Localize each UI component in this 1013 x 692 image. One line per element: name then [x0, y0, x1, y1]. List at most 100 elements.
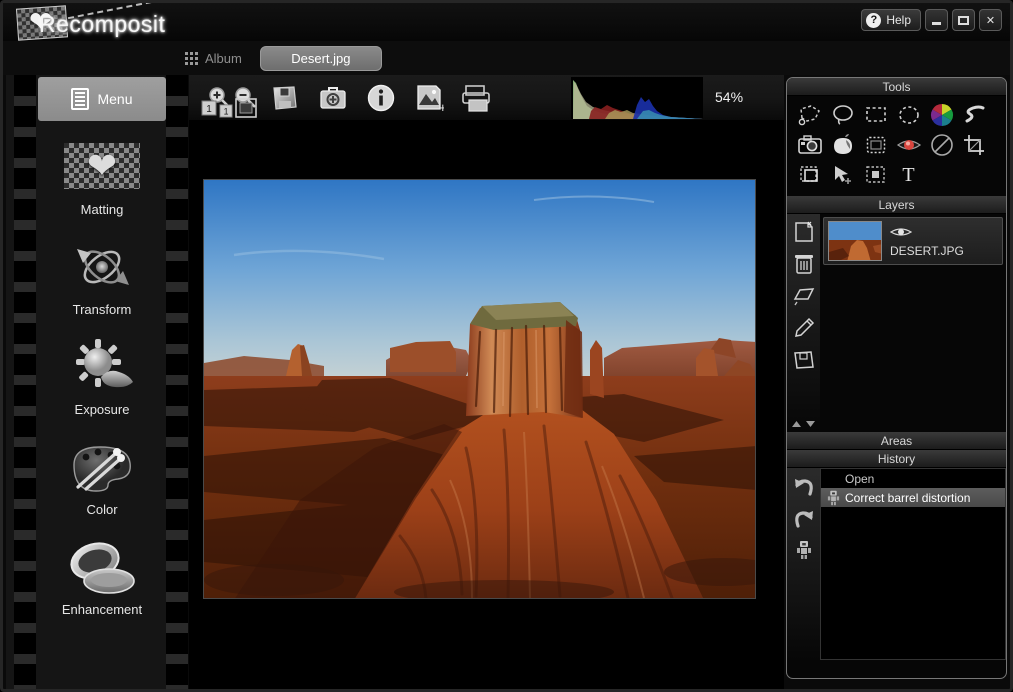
image-canvas[interactable] [203, 179, 756, 599]
history-panel: Open Correct barrel distortion [787, 468, 1006, 660]
layer-row-desert[interactable]: DESERT.JPG [823, 217, 1003, 265]
redo-arrow-icon [794, 511, 813, 528]
history-item-label: Correct barrel distortion [845, 490, 971, 505]
title-bar: ❤ Recomposit ? Help ✕ [3, 3, 1010, 41]
history-item-label: Open [845, 471, 875, 486]
zoom-level: 54% [715, 89, 744, 105]
mask-tool-icon [865, 166, 885, 183]
ellipse-select-tool-icon [898, 106, 919, 124]
transform-box-tool[interactable] [795, 161, 825, 189]
zoom-fit-icon [235, 97, 257, 118]
scribble-tool[interactable] [960, 101, 990, 129]
move-pointer-tool[interactable] [828, 161, 858, 189]
minimize-button[interactable] [925, 9, 948, 31]
none-tool-icon [930, 134, 953, 156]
right-panel: Tools T Layers DESERT.JPG Areas History … [786, 77, 1007, 679]
sidebar-item-matting[interactable]: ❤ Matting [38, 133, 166, 217]
desert-photograph [204, 180, 755, 598]
menu-button[interactable]: Menu [38, 77, 166, 121]
history-item-open[interactable]: Open [821, 469, 1005, 488]
zoom-fit-button[interactable] [233, 97, 259, 119]
move-layer-up-icon[interactable] [791, 420, 802, 428]
marching-ants-tool[interactable] [861, 131, 891, 159]
layer-thumbnail-image [829, 222, 881, 260]
save-layer-button[interactable] [791, 347, 817, 373]
tab-desert-jpg[interactable]: Desert.jpg [259, 45, 382, 71]
svg-text:1: 1 [224, 106, 229, 116]
delete-layer-button[interactable] [791, 251, 817, 277]
svg-text:1: 1 [206, 104, 212, 115]
mask-tool[interactable] [861, 161, 891, 189]
rectangle-select-tool[interactable] [861, 101, 891, 129]
layers-panel-title: Layers [787, 196, 1006, 214]
new-layer-button[interactable] [791, 219, 817, 245]
sidebar-item-color[interactable]: Color [38, 433, 166, 517]
file-tab-label: Desert.jpg [291, 50, 351, 66]
grid-icon [185, 51, 198, 65]
histogram-chart [571, 77, 703, 119]
sidebar-item-exposure[interactable]: Exposure [38, 333, 166, 417]
add-image-button[interactable]: + [407, 78, 451, 118]
magic-wand-tool-icon [833, 134, 852, 154]
delete-layer-icon [794, 255, 813, 274]
automation-button[interactable] [791, 537, 817, 563]
sidebar-item-transform[interactable]: Transform [38, 233, 166, 317]
sidebar-item-enhancement[interactable]: Enhancement [38, 533, 166, 617]
toolbox-button[interactable] [311, 78, 355, 118]
polygon-select-tool[interactable] [795, 101, 825, 129]
tools-grid: T [787, 96, 1006, 196]
edit-layer-icon [794, 317, 814, 337]
close-button[interactable]: ✕ [979, 9, 1002, 31]
print-button[interactable] [455, 78, 499, 118]
color-wheel-tool-icon [930, 104, 953, 126]
magic-wand-tool[interactable] [828, 131, 858, 159]
new-layer-icon [794, 221, 813, 242]
info-icon [367, 84, 395, 111]
help-button[interactable]: ? Help [861, 9, 921, 31]
redo-button[interactable] [791, 505, 817, 531]
canvas-area[interactable] [189, 120, 784, 689]
menu-label: Menu [97, 91, 133, 107]
rotate-transform-icon [38, 233, 166, 299]
edit-layer-button[interactable] [791, 315, 817, 341]
lasso-select-tool[interactable] [828, 101, 858, 129]
history-buttons [787, 468, 820, 660]
layer-buttons [787, 214, 820, 432]
red-eye-tool[interactable] [894, 131, 924, 159]
save-layer-icon [793, 351, 814, 369]
undo-button[interactable] [791, 473, 817, 499]
album-button[interactable]: Album [185, 51, 242, 66]
transform-box-tool-icon [799, 166, 818, 182]
camera-clone-tool-icon [797, 135, 822, 154]
color-wheel-tool[interactable] [927, 101, 957, 129]
move-layer-down-icon[interactable] [805, 420, 816, 428]
robot-automation-icon [796, 541, 811, 559]
duplicate-layer-icon [793, 288, 814, 306]
history-item-correct-barrel-distortion[interactable]: Correct barrel distortion [821, 488, 1005, 507]
histogram [571, 77, 703, 119]
tools-panel-title: Tools [787, 78, 1006, 96]
crop-tool-icon [963, 135, 984, 155]
heart-matting-icon: ❤ [38, 133, 166, 199]
text-tool[interactable]: T [894, 161, 924, 189]
camera-clone-tool[interactable] [795, 131, 825, 159]
save-button[interactable] [263, 78, 307, 118]
toolbox-icon [320, 86, 346, 109]
scribble-tool-icon [965, 105, 984, 123]
red-eye-tool-icon [896, 140, 921, 150]
eye-icon[interactable] [889, 225, 964, 243]
sidebar-label-exposure: Exposure [74, 402, 130, 417]
marching-ants-tool-icon [866, 136, 885, 154]
sun-exposure-icon [38, 333, 166, 399]
crop-tool[interactable] [960, 131, 990, 159]
lasso-select-tool-icon [832, 105, 853, 125]
duplicate-layer-button[interactable] [791, 283, 817, 309]
info-button[interactable] [359, 78, 403, 118]
layers-panel: DESERT.JPG [787, 214, 1006, 432]
history-panel-title: History [787, 450, 1006, 468]
none-tool[interactable] [927, 131, 957, 159]
film-perforation-right [166, 75, 188, 689]
maximize-button[interactable] [952, 9, 975, 31]
ellipse-select-tool[interactable] [894, 101, 924, 129]
zoom-actual-button[interactable]: 1 [199, 99, 219, 117]
